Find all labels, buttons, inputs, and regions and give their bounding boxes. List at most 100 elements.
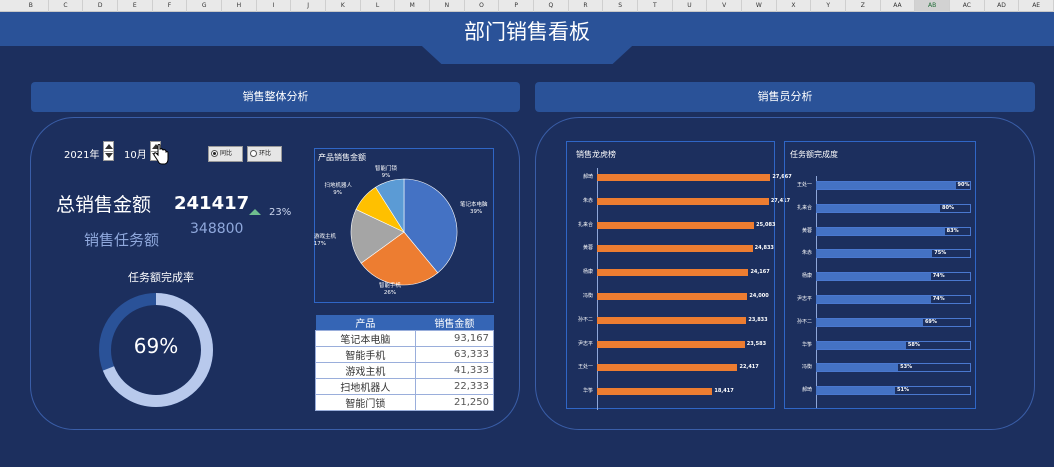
bar-value-label: 69% <box>924 318 937 325</box>
pie-slice-percent: 9% <box>333 190 342 196</box>
column-header[interactable]: V <box>707 0 742 12</box>
bar-category-label: 黄蓉 <box>582 245 593 252</box>
bar <box>597 245 753 253</box>
column-header[interactable]: D <box>83 0 118 12</box>
column-header[interactable]: F <box>153 0 188 12</box>
bar <box>816 250 933 258</box>
bar-category-label: 扎来合 <box>577 221 593 228</box>
bar-category-label: 冯衡 <box>801 364 812 371</box>
bar <box>816 318 923 326</box>
column-header[interactable]: AC <box>950 0 985 12</box>
column-header[interactable]: J <box>291 0 326 12</box>
bar <box>597 340 745 348</box>
option-mom[interactable]: 环比 <box>247 146 282 162</box>
column-header[interactable]: AE <box>1019 0 1054 12</box>
bar <box>816 273 931 281</box>
bar-category-label: 尹志平 <box>577 340 593 347</box>
bar-category-label: 华筝 <box>801 341 812 348</box>
bar <box>597 174 771 181</box>
bar <box>816 296 931 303</box>
bar-value-label: 58% <box>907 341 920 348</box>
column-header[interactable]: N <box>430 0 465 12</box>
bar-category-label: 王处一 <box>577 364 593 371</box>
column-header[interactable]: W <box>742 0 777 12</box>
column-header[interactable]: M <box>395 0 430 12</box>
amount-cell: 93,167 <box>414 330 495 347</box>
amount-cell: 41,333 <box>414 362 495 379</box>
bar-value-label: 23,583 <box>746 340 767 347</box>
bar-category-label: 朱赤 <box>801 250 812 257</box>
pie-slice-label: 扫地机器人 <box>324 181 352 189</box>
column-header[interactable]: X <box>777 0 812 12</box>
column-header[interactable]: S <box>603 0 638 12</box>
year-label: 2021年 <box>64 150 100 161</box>
product-sales-table: 产品 销售金额 笔记本电脑 93,167 智能手机 63,333 游戏主机 41,33… <box>315 315 495 411</box>
product-cell: 游戏主机 <box>315 362 416 379</box>
pie-slice-label: 游戏主机 <box>314 232 336 240</box>
column-header[interactable]: K <box>326 0 361 12</box>
product-cell: 智能手机 <box>315 346 416 363</box>
column-header[interactable]: AB <box>915 0 950 12</box>
table-header-product: 产品 <box>315 315 416 331</box>
column-header[interactable]: AD <box>985 0 1020 12</box>
column-header[interactable]: AA <box>881 0 916 12</box>
bar-value-label: 18,417 <box>714 388 734 395</box>
pie-slice-label: 智能门锁 <box>375 164 398 172</box>
product-cell: 笔记本电脑 <box>315 330 416 347</box>
bar <box>816 204 940 212</box>
column-header[interactable]: Z <box>846 0 881 12</box>
bar <box>597 269 749 277</box>
bar-category-label: 杨康 <box>801 273 812 280</box>
product-cell: 智能门锁 <box>315 394 416 411</box>
column-header[interactable]: U <box>673 0 708 12</box>
bar-category-label: 郝琦 <box>582 174 593 180</box>
radio-selected-icon[interactable] <box>211 150 218 157</box>
bar <box>816 364 899 372</box>
bar-value-label: 23,833 <box>748 316 768 323</box>
completion-percent: 69% <box>133 334 179 358</box>
column-header-bar[interactable]: B C D E F G H I J K L M N O P Q R S T U V W X Y Z AA AB AC AD AE <box>0 0 1054 12</box>
column-header[interactable]: G <box>187 0 222 12</box>
column-header[interactable]: E <box>118 0 153 12</box>
bar-category-label: 孙不二 <box>577 316 593 323</box>
amount-cell: 21,250 <box>414 394 495 411</box>
year-spinner[interactable] <box>103 141 114 161</box>
target-label: 销售任务额 <box>84 231 160 249</box>
column-header[interactable]: O <box>465 0 500 12</box>
section-header-salesperson: 销售员分析 <box>535 82 1035 112</box>
radio-icon[interactable] <box>250 150 257 157</box>
column-header[interactable]: I <box>257 0 292 12</box>
pie-slice-percent: 39% <box>470 209 482 215</box>
bar-category-label: 黄蓉 <box>801 227 812 234</box>
chevron-down-icon[interactable] <box>105 153 113 158</box>
bar-category-label: 王处一 <box>796 182 812 188</box>
completion-title: 任务额完成率 <box>128 271 194 284</box>
table-row: 游戏主机 41,333 <box>315 362 495 379</box>
page-title: 部门销售看板 <box>464 20 590 44</box>
chevron-up-icon[interactable] <box>105 144 113 149</box>
column-header[interactable]: L <box>361 0 396 12</box>
bar <box>816 341 906 349</box>
column-header[interactable]: Y <box>811 0 846 12</box>
column-header[interactable]: T <box>638 0 673 12</box>
column-header[interactable]: C <box>49 0 84 12</box>
column-header[interactable]: Q <box>534 0 569 12</box>
pie-slice-percent: 17% <box>314 241 326 247</box>
column-header[interactable]: P <box>499 0 534 12</box>
table-row: 笔记本电脑 93,167 <box>315 330 495 347</box>
column-header[interactable]: H <box>222 0 257 12</box>
hand-cursor-icon <box>153 144 169 165</box>
bar-value-label: 90% <box>957 182 970 188</box>
bar <box>597 221 755 229</box>
column-header[interactable]: B <box>14 0 49 12</box>
bar <box>597 388 713 396</box>
bar-category-label: 杨康 <box>582 269 593 276</box>
bar <box>597 316 747 324</box>
column-header[interactable]: R <box>569 0 604 12</box>
target-value: 348800 <box>190 221 244 237</box>
total-sales-label: 总销售金额 <box>56 194 152 216</box>
product-pie-chart: 笔记本电脑39%智能手机26%游戏主机17%扫地机器人9%智能门锁9% <box>314 164 488 296</box>
bar-value-label: 75% <box>934 250 947 257</box>
option-yoy[interactable]: 同比 <box>208 146 243 162</box>
table-row: 智能手机 63,333 <box>315 346 495 363</box>
